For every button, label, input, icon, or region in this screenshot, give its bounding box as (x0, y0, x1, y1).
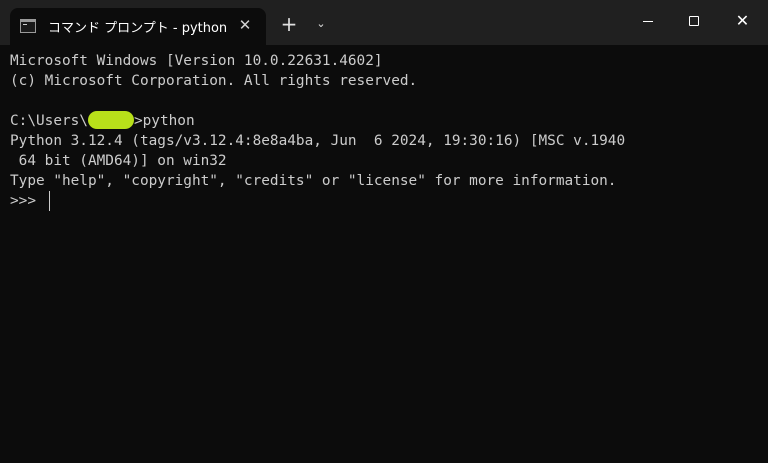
prompt-path: C:\Users\ (10, 113, 88, 129)
maximize-icon (689, 16, 699, 26)
prompt-command: >python (133, 113, 195, 129)
redacted-username (87, 110, 134, 129)
tab-title: コマンド プロンプト - python (48, 21, 228, 36)
python-prompt: >>> (10, 193, 45, 209)
terminal-output[interactable]: Microsoft Windows [Version 10.0.22631.46… (0, 45, 768, 463)
maximize-button[interactable] (671, 0, 717, 44)
prompt-line: C:\Users\ >python (10, 110, 195, 131)
output-line: (c) Microsoft Corporation. All rights re… (10, 73, 418, 89)
title-bar[interactable]: コマンド プロンプト - python ✕ + ⌄ ✕ (0, 0, 768, 45)
output-line: Microsoft Windows [Version 10.0.22631.46… (10, 53, 383, 69)
close-icon: ✕ (735, 11, 750, 30)
minimize-icon (643, 21, 653, 22)
tab-command-prompt[interactable]: コマンド プロンプト - python ✕ (10, 8, 266, 45)
tab-dropdown-button[interactable]: ⌄ (312, 15, 330, 33)
output-line: 64 bit (AMD64)] on win32 (10, 153, 227, 169)
tab-close-button[interactable]: ✕ (234, 14, 256, 36)
output-line: Python 3.12.4 (tags/v3.12.4:8e8a4ba, Jun… (10, 133, 626, 149)
terminal-icon (20, 19, 36, 33)
output-line: Type "help", "copyright", "credits" or "… (10, 173, 617, 189)
terminal-window: コマンド プロンプト - python ✕ + ⌄ ✕ Microsoft Wi… (0, 0, 768, 463)
close-window-button[interactable]: ✕ (717, 0, 768, 44)
minimize-button[interactable] (625, 0, 671, 44)
new-tab-button[interactable]: + (278, 13, 300, 35)
text-cursor (49, 191, 50, 211)
